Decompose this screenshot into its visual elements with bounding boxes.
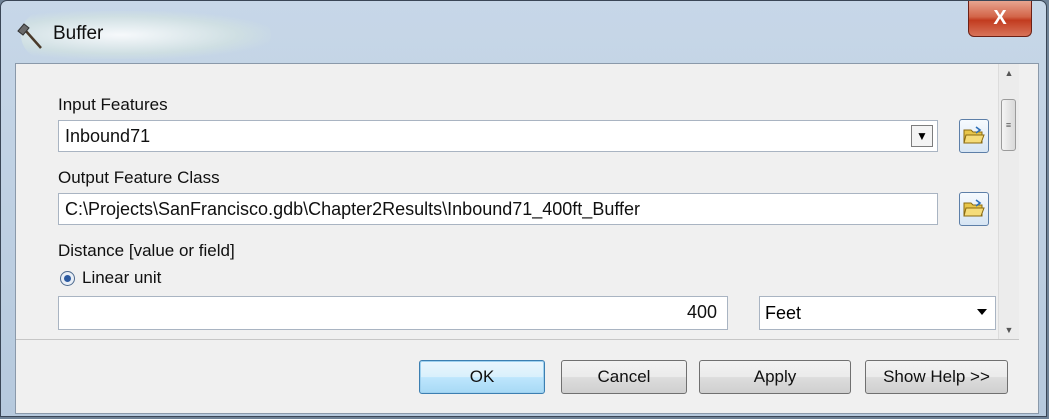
scroll-up-arrow[interactable]: ▲ — [999, 64, 1019, 82]
distance-unit-select[interactable]: Feet — [759, 296, 996, 330]
input-features-combo[interactable]: Inbound71 ▼ — [58, 120, 938, 152]
parameters-panel: Input Features Inbound71 ▼ Output Featur… — [16, 64, 1019, 340]
buffer-dialog: Buffer X Input Features Inbound71 ▼ Outp… — [0, 0, 1047, 417]
distance-value-input[interactable]: 400 — [58, 296, 728, 330]
input-features-value: Inbound71 — [65, 126, 151, 146]
show-help-button[interactable]: Show Help >> — [865, 360, 1008, 394]
cancel-button[interactable]: Cancel — [561, 360, 687, 394]
hammer-icon — [17, 23, 42, 49]
output-feature-class-label: Output Feature Class — [58, 168, 220, 187]
folder-open-icon — [963, 126, 985, 144]
ok-button[interactable]: OK — [419, 360, 545, 394]
close-button[interactable]: X — [968, 1, 1032, 37]
vertical-scrollbar[interactable]: ▲ ≡ ▼ — [998, 64, 1019, 339]
scroll-down-arrow[interactable]: ▼ — [999, 321, 1019, 339]
dialog-body: Input Features Inbound71 ▼ Output Featur… — [15, 63, 1039, 414]
distance-label: Distance [value or field] — [58, 241, 235, 260]
chevron-down-icon — [977, 309, 987, 315]
title-bar[interactable]: Buffer X — [1, 1, 1046, 63]
input-features-label: Input Features — [58, 95, 168, 114]
input-features-browse-button[interactable] — [959, 119, 989, 153]
linear-unit-radio[interactable] — [60, 271, 75, 286]
scroll-thumb[interactable]: ≡ — [1001, 99, 1016, 151]
linear-unit-label: Linear unit — [82, 268, 162, 287]
apply-button[interactable]: Apply — [699, 360, 851, 394]
window-title: Buffer — [53, 23, 104, 44]
folder-open-icon — [963, 199, 985, 217]
distance-unit-value: Feet — [765, 303, 802, 323]
output-feature-class-browse-button[interactable] — [959, 192, 989, 226]
chevron-down-icon[interactable]: ▼ — [911, 125, 933, 147]
output-feature-class-input[interactable]: C:\Projects\SanFrancisco.gdb\Chapter2Res… — [58, 193, 938, 225]
